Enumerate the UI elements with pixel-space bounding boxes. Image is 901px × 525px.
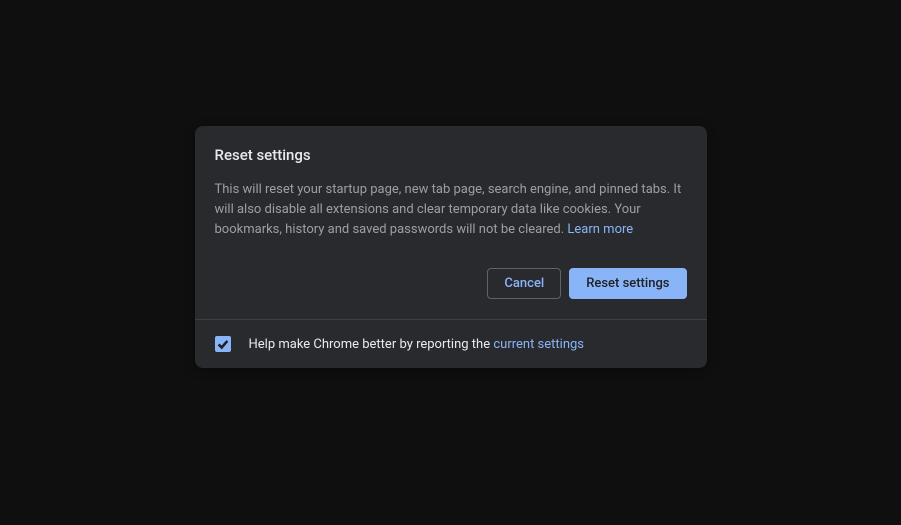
checkmark-icon — [216, 337, 230, 351]
cancel-button[interactable]: Cancel — [487, 268, 561, 299]
current-settings-link[interactable]: current settings — [493, 337, 584, 352]
reset-settings-button[interactable]: Reset settings — [569, 268, 686, 299]
footer-label-prefix: Help make Chrome better by reporting the — [249, 337, 494, 352]
dialog-title: Reset settings — [215, 146, 687, 164]
dialog-footer: Help make Chrome better by reporting the… — [195, 319, 707, 368]
dialog-body: This will reset your startup page, new t… — [215, 180, 687, 240]
dialog-actions: Cancel Reset settings — [215, 268, 687, 299]
report-settings-label: Help make Chrome better by reporting the… — [249, 337, 585, 352]
reset-settings-dialog: Reset settings This will reset your star… — [195, 126, 707, 368]
dialog-main: Reset settings This will reset your star… — [195, 126, 707, 319]
learn-more-link[interactable]: Learn more — [567, 222, 633, 237]
report-settings-checkbox[interactable] — [215, 336, 231, 352]
